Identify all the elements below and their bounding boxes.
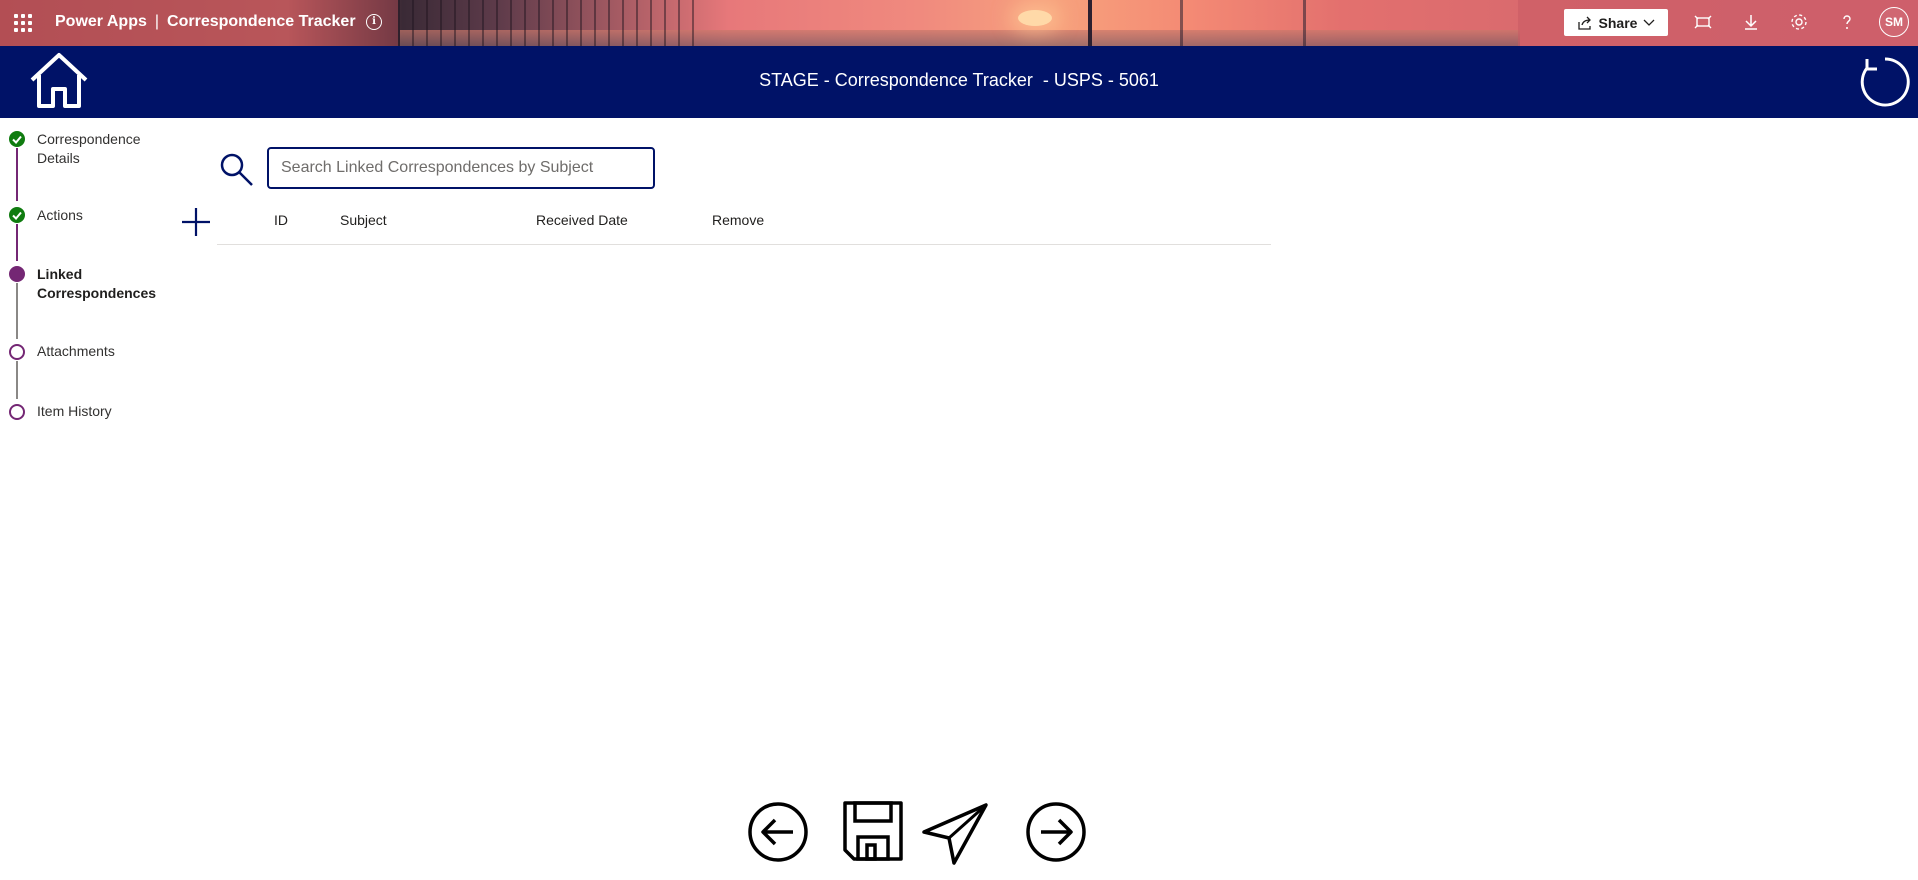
help-icon[interactable] — [1837, 12, 1859, 34]
background-sun — [1018, 10, 1052, 26]
step-connector — [16, 148, 18, 201]
save-icon[interactable] — [842, 800, 904, 867]
title-separator: | — [154, 13, 160, 30]
column-header-subject: Subject — [340, 212, 387, 228]
share-button[interactable]: Share — [1564, 9, 1668, 36]
search-icon[interactable] — [219, 152, 255, 193]
app-title-text: Correspondence Tracker — [167, 13, 356, 30]
check-icon — [9, 207, 25, 223]
step-connector — [16, 224, 18, 261]
step-label: Attachments — [37, 343, 115, 359]
background-lifeguard-tower — [1180, 0, 1306, 46]
app-name: Power Apps — [55, 13, 147, 30]
search-input[interactable] — [267, 147, 655, 189]
step-connector — [16, 361, 18, 399]
step-label: Correspondence Details — [37, 131, 141, 166]
column-header-received-date: Received Date — [536, 212, 628, 228]
info-icon[interactable]: i — [366, 14, 382, 30]
column-header-id: ID — [274, 212, 288, 228]
page-title: STAGE - Correspondence Tracker - USPS - … — [759, 70, 1159, 90]
step-label: Linked Correspondences — [37, 266, 157, 301]
app-header: STAGE - Correspondence Tracker - USPS - … — [0, 46, 1918, 118]
download-icon[interactable] — [1741, 12, 1763, 34]
background-palms — [398, 0, 698, 46]
pending-step-dot — [9, 344, 25, 360]
step-label: Actions — [37, 207, 83, 223]
pending-step-dot — [9, 404, 25, 420]
step-label: Item History — [37, 403, 112, 419]
user-avatar[interactable]: SM — [1879, 7, 1909, 37]
linked-correspondences-table-header: ID Subject Received Date Remove — [217, 208, 1271, 245]
back-arrow-icon[interactable] — [747, 800, 809, 867]
column-header-remove: Remove — [712, 212, 765, 228]
current-step-dot — [9, 266, 25, 282]
waffle-icon[interactable] — [14, 14, 32, 32]
settings-icon[interactable] — [1789, 12, 1811, 34]
chevron-down-icon — [1643, 19, 1655, 26]
background-pole — [1088, 0, 1092, 46]
share-label: Share — [1598, 14, 1638, 31]
check-icon — [9, 131, 25, 147]
app-title: Power Apps | Correspondence Tracker — [55, 13, 356, 31]
send-icon[interactable] — [920, 800, 990, 871]
powerapps-topbar: Power Apps | Correspondence Tracker i Shar… — [0, 0, 1918, 46]
refresh-icon[interactable] — [1858, 55, 1912, 114]
add-icon[interactable] — [180, 206, 212, 243]
step-connector — [16, 283, 18, 339]
forward-arrow-icon[interactable] — [1025, 800, 1087, 867]
fit-to-window-icon[interactable] — [1693, 12, 1715, 34]
share-icon — [1577, 16, 1591, 30]
